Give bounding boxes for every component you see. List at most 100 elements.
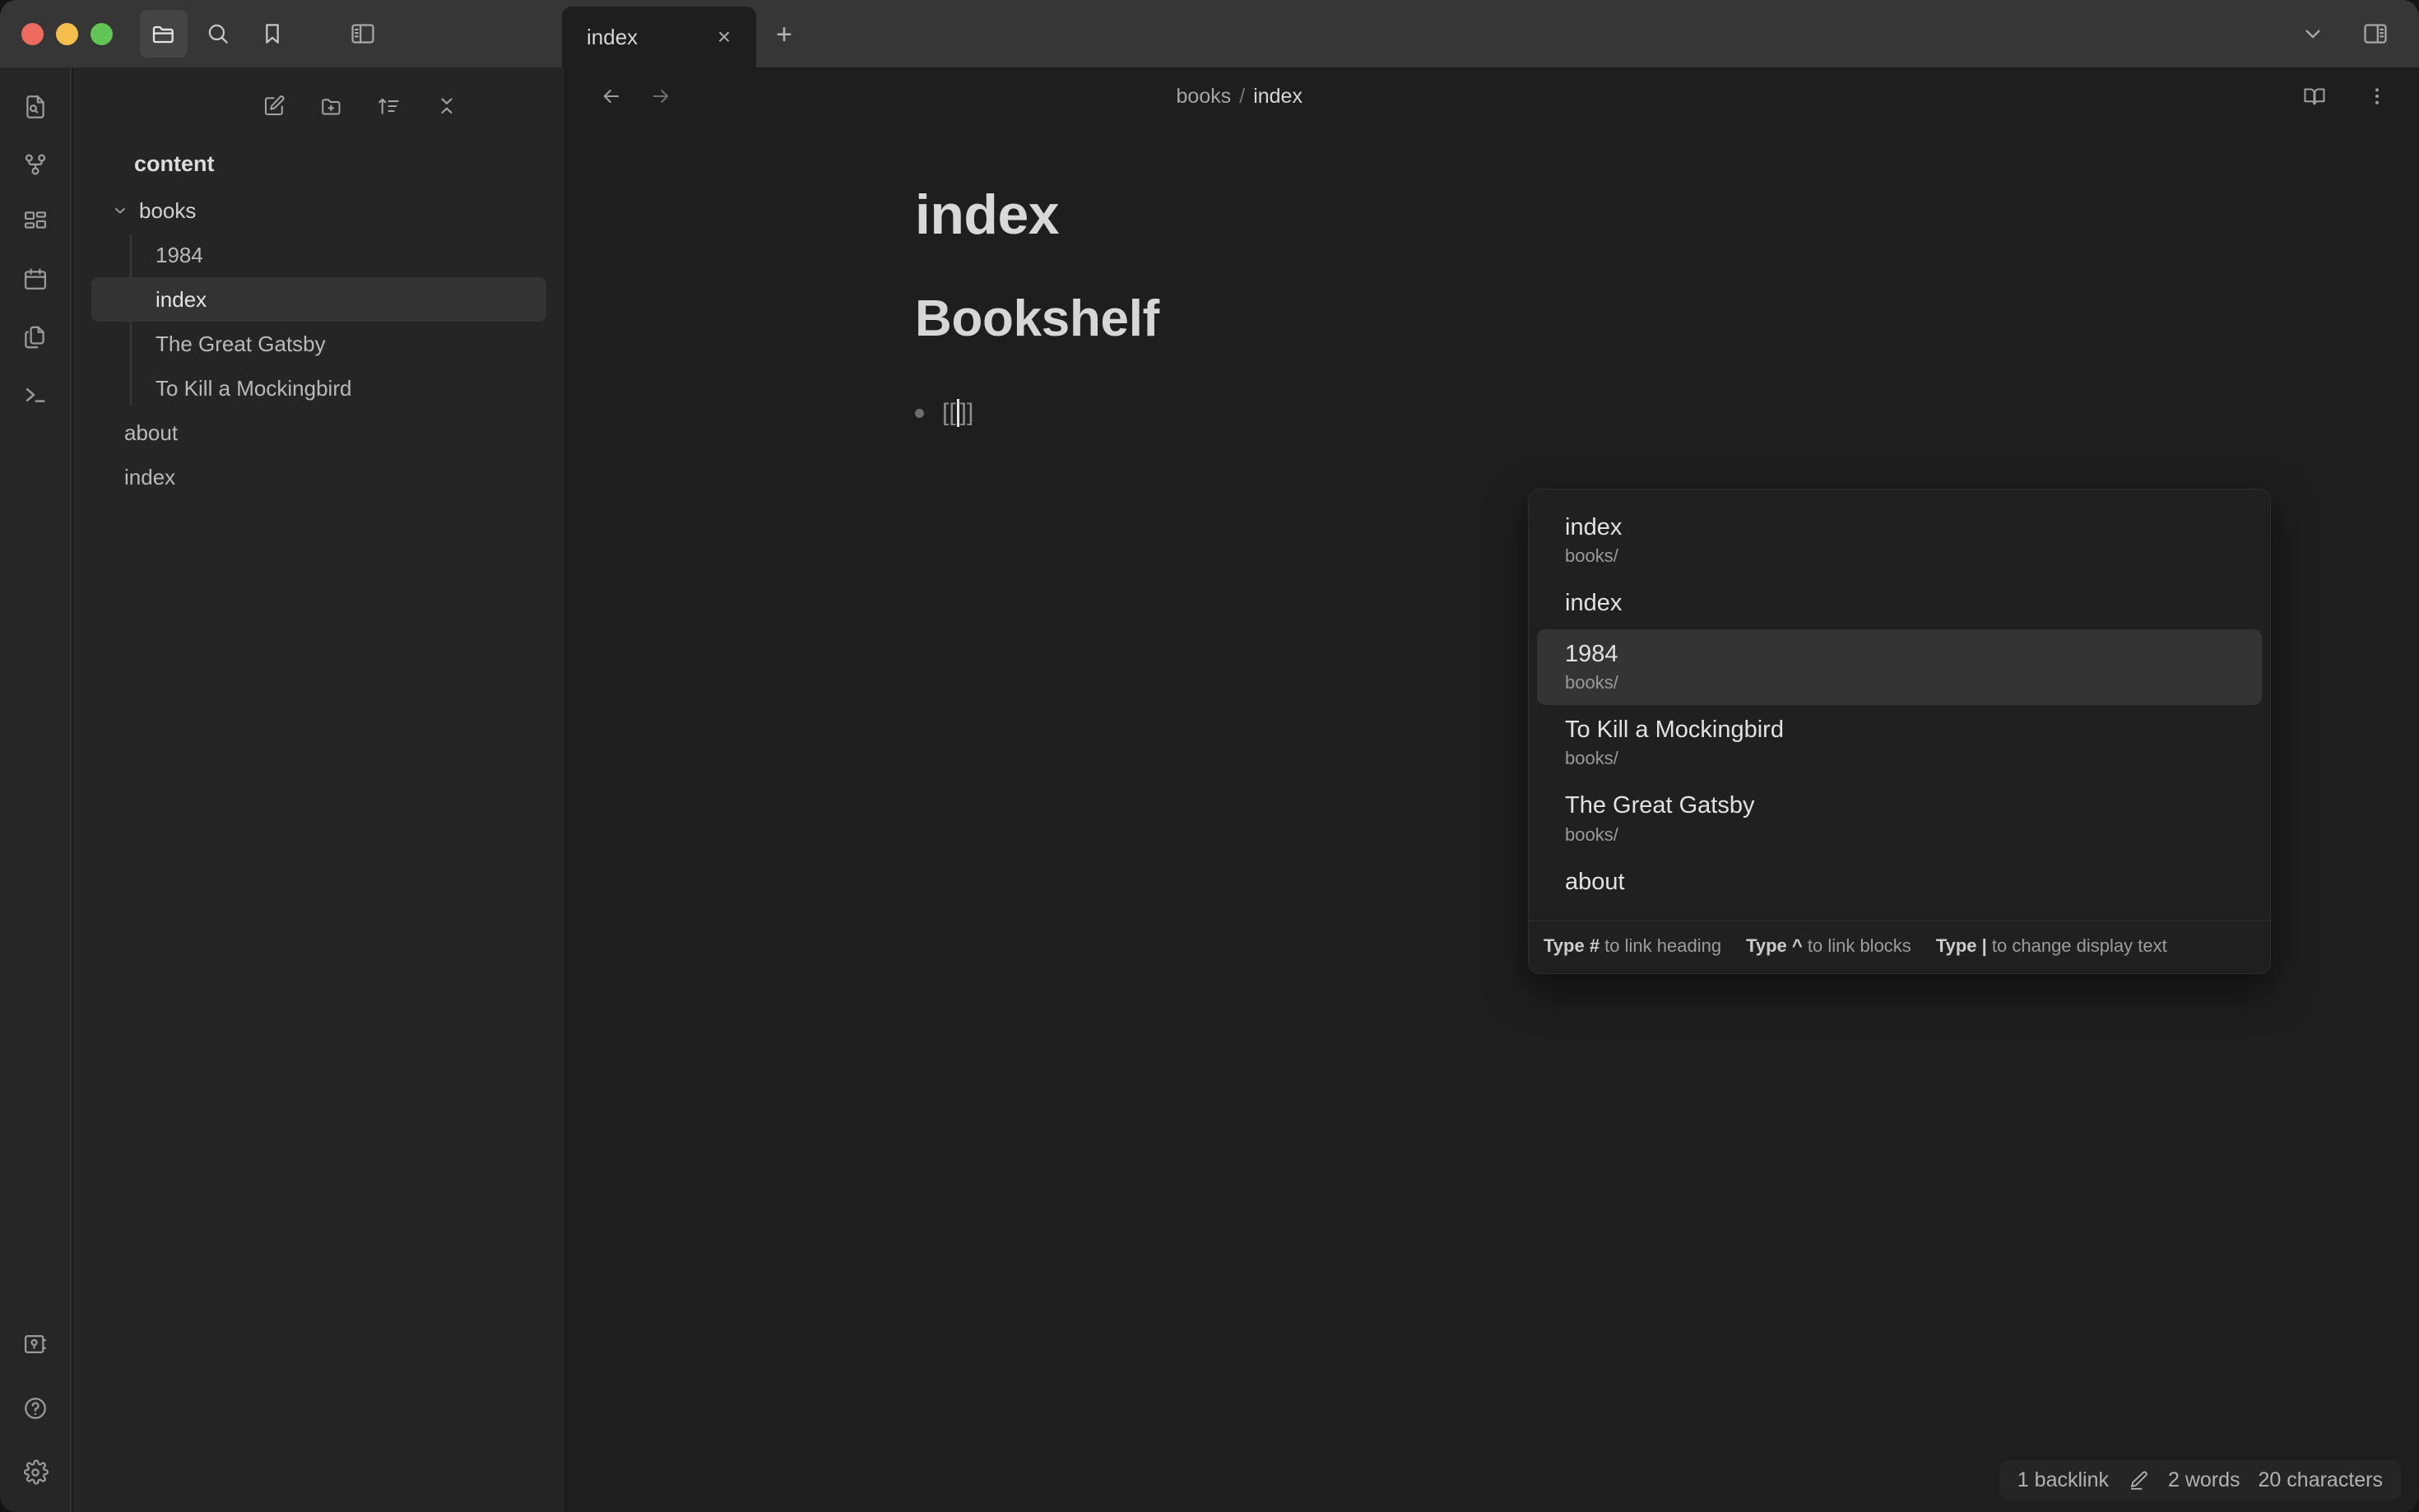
forward-button[interactable] [642, 77, 680, 115]
document-body[interactable]: index Bookshelf [[ ]] [568, 125, 2419, 427]
tree-file-label: The Great Gatsby [156, 331, 326, 356]
tree-file-index-books[interactable]: index [91, 277, 546, 322]
suggestion-item[interactable]: index books/ [1537, 503, 2262, 578]
document-title: index [915, 183, 1060, 246]
obsidian-window: index × + content books 1984 index The G… [0, 0, 2419, 1512]
breadcrumb-folder[interactable]: books [1177, 85, 1232, 109]
collapse-all-button[interactable] [425, 85, 468, 128]
ribbon-item-help[interactable] [12, 1385, 58, 1431]
hint-change-display-text: Type | to change display text [1936, 935, 2167, 957]
link-suggestion-popup: index books/ index 1984 books/ To Kill a… [1528, 489, 2271, 975]
suggestion-item[interactable]: To Kill a Mockingbird books/ [1537, 705, 2262, 781]
tree-file-the-great-gatsby[interactable]: The Great Gatsby [91, 322, 546, 366]
new-folder-icon [319, 94, 344, 118]
file-explorer-toolbar [73, 67, 564, 137]
close-icon[interactable]: × [710, 23, 738, 51]
tree-file-label: index [156, 286, 207, 312]
suggestion-item[interactable]: about [1537, 857, 2262, 907]
left-ribbon [0, 67, 72, 1512]
suggestion-title: index [1565, 514, 1623, 540]
hint-text: to link heading [1600, 935, 1722, 957]
ribbon-top-group [12, 84, 58, 418]
window-controls [0, 22, 113, 45]
document-heading: Bookshelf [915, 290, 1160, 347]
view-header-actions [2296, 77, 2396, 115]
tree-file-to-kill-a-mockingbird[interactable]: To Kill a Mockingbird [91, 366, 546, 410]
new-tab-button[interactable]: + [766, 16, 802, 53]
reading-mode-icon [2302, 84, 2327, 109]
ribbon-bottom-group [12, 1321, 58, 1496]
more-options-button[interactable] [2358, 77, 2396, 115]
tab-index[interactable]: index × [562, 7, 756, 67]
ribbon-item-daily-note[interactable] [12, 257, 58, 303]
terminal-icon [21, 381, 49, 409]
suggestion-path: books/ [1565, 823, 1618, 845]
search-icon [205, 21, 231, 47]
sort-icon [377, 94, 402, 118]
hint-key: Type # [1544, 935, 1600, 957]
bookmark-icon [259, 21, 286, 47]
ribbon-item-graph-view[interactable] [12, 141, 58, 188]
sort-order-button[interactable] [368, 85, 411, 128]
file-tree: books 1984 index The Great Gatsby To Kil… [73, 187, 564, 499]
backlink-count[interactable]: 1 backlink [2017, 1468, 2109, 1492]
back-button[interactable] [592, 77, 630, 115]
new-note-button[interactable] [253, 85, 295, 128]
suggestion-title: 1984 [1565, 640, 1618, 667]
reading-mode-button[interactable] [2296, 77, 2333, 115]
new-folder-button[interactable] [310, 85, 353, 128]
new-note-icon [262, 94, 286, 118]
tree-file-about[interactable]: about [91, 410, 546, 455]
ribbon-item-vault-switcher[interactable] [12, 1321, 58, 1367]
suggestion-path: books/ [1565, 545, 1618, 567]
chevron-down-icon[interactable] [109, 200, 131, 221]
title-bar: index × + [0, 0, 2419, 67]
suggestion-item[interactable]: The Great Gatsby books/ [1537, 781, 2262, 856]
chevron-down-icon [2300, 21, 2326, 47]
back-arrow-icon [600, 85, 623, 108]
templates-icon [21, 323, 49, 351]
ribbon-item-templates[interactable] [12, 314, 58, 360]
more-options-icon [2366, 85, 2389, 108]
folder-icon [151, 21, 177, 47]
minimize-window-button[interactable] [56, 22, 78, 45]
breadcrumb-separator: / [1239, 84, 1246, 108]
tree-file-1984[interactable]: 1984 [91, 233, 546, 277]
close-window-button[interactable] [21, 22, 44, 45]
suggestion-path: books/ [1565, 672, 1618, 693]
right-sidebar-toggle-button[interactable] [2352, 10, 2399, 58]
ribbon-item-terminal[interactable] [12, 372, 58, 418]
editor-pane: books / index index Bookshelf [[]] inde… [568, 67, 2419, 1512]
bullet-list-item[interactable]: [[ ]] [915, 399, 2419, 427]
tree-file-index-root[interactable]: index [91, 455, 546, 499]
left-sidebar-toggle-button[interactable] [339, 10, 387, 58]
tree-file-label: index [124, 464, 176, 489]
suggestion-title: The Great Gatsby [1565, 792, 1755, 819]
search-button[interactable] [194, 10, 242, 58]
help-icon [21, 1394, 49, 1422]
word-count: 2 words [2167, 1468, 2240, 1491]
left-sidebar-toggle-icon [349, 20, 377, 48]
hint-key: Type | [1935, 935, 1987, 957]
titlebar-right-group [2289, 0, 2399, 67]
ribbon-item-quick-switcher[interactable] [12, 84, 58, 130]
suggestion-item[interactable]: 1984 books/ [1537, 628, 2262, 706]
file-explorer-pane: content books 1984 index The Great Gatsb… [73, 67, 566, 1512]
quick-switcher-icon [21, 93, 49, 121]
vault-title: content [134, 151, 215, 176]
ribbon-item-settings[interactable] [12, 1449, 58, 1496]
ribbon-item-canvas[interactable] [12, 199, 58, 245]
suggestion-item[interactable]: index [1537, 578, 2262, 628]
daily-note-icon [21, 266, 49, 294]
maximize-window-button[interactable] [91, 22, 113, 45]
tree-file-label: 1984 [156, 242, 203, 267]
tree-folder-books[interactable]: books [91, 188, 546, 233]
pencil-icon[interactable] [2127, 1469, 2150, 1492]
status-bar: 1 backlink 2 words 20 characters [1999, 1460, 2401, 1500]
hint-text: to link blocks [1802, 935, 1911, 957]
breadcrumb-file[interactable]: index [1253, 85, 1302, 109]
tab-overflow-button[interactable] [2289, 10, 2337, 58]
files-button[interactable] [140, 10, 188, 58]
bookmarks-button[interactable] [248, 10, 296, 58]
graph-view-icon [21, 151, 49, 179]
